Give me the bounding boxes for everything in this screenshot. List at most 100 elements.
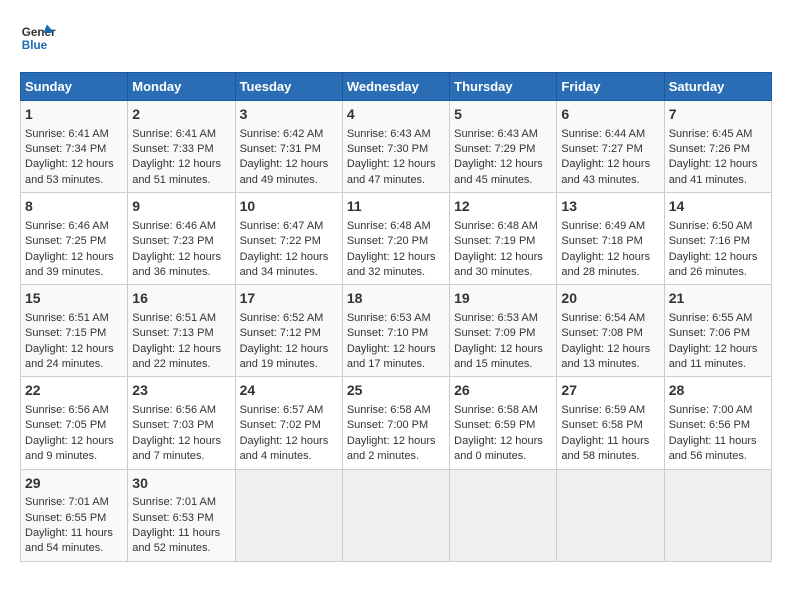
sunset: Sunset: 6:58 PM	[561, 419, 642, 431]
day-number: 19	[454, 289, 552, 309]
calendar-cell: 1 Sunrise: 6:41 AM Sunset: 7:34 PM Daylight…	[21, 101, 128, 193]
daylight: Daylight: 12 hours and 28 minutes.	[561, 251, 650, 278]
col-header-monday: Monday	[128, 73, 235, 101]
day-number: 8	[25, 197, 123, 217]
day-number: 13	[561, 197, 659, 217]
daylight: Daylight: 12 hours and 53 minutes.	[25, 158, 114, 185]
calendar-week-3: 15Sunrise: 6:51 AMSunset: 7:15 PMDayligh…	[21, 285, 772, 377]
sunset: Sunset: 7:33 PM	[132, 143, 213, 155]
sunset: Sunset: 7:05 PM	[25, 419, 106, 431]
day-number: 9	[132, 197, 230, 217]
calendar-cell: 3Sunrise: 6:42 AMSunset: 7:31 PMDaylight…	[235, 101, 342, 193]
day-number: 1	[25, 105, 123, 125]
daylight: Daylight: 12 hours and 41 minutes.	[669, 158, 758, 185]
sunrise: Sunrise: 6:41 AM	[25, 128, 109, 140]
day-number: 10	[240, 197, 338, 217]
sunrise: Sunrise: 6:43 AM	[454, 128, 538, 140]
header: General Blue	[20, 20, 772, 56]
col-header-tuesday: Tuesday	[235, 73, 342, 101]
col-header-sunday: Sunday	[21, 73, 128, 101]
daylight: Daylight: 12 hours and 13 minutes.	[561, 343, 650, 370]
sunset: Sunset: 6:59 PM	[454, 419, 535, 431]
sunrise: Sunrise: 6:44 AM	[561, 128, 645, 140]
daylight: Daylight: 12 hours and 26 minutes.	[669, 251, 758, 278]
sunset: Sunset: 7:13 PM	[132, 327, 213, 339]
daylight: Daylight: 12 hours and 2 minutes.	[347, 435, 436, 462]
sunrise: Sunrise: 7:00 AM	[669, 404, 753, 416]
sunrise: Sunrise: 6:46 AM	[132, 220, 216, 232]
calendar-cell	[342, 469, 449, 561]
sunrise: Sunrise: 6:42 AM	[240, 128, 324, 140]
calendar-cell: 25 Sunrise: 6:58 AM Sunset: 7:00 PM Dayligh…	[342, 377, 449, 469]
calendar-cell: 10Sunrise: 6:47 AMSunset: 7:22 PMDayligh…	[235, 193, 342, 285]
daylight: Daylight: 12 hours and 7 minutes.	[132, 435, 221, 462]
sunset: Sunset: 6:56 PM	[669, 419, 750, 431]
sunrise: Sunrise: 6:52 AM	[240, 312, 324, 324]
sunset: Sunset: 6:55 PM	[25, 512, 106, 524]
sunset: Sunset: 7:15 PM	[25, 327, 106, 339]
sunset: Sunset: 7:03 PM	[132, 419, 213, 431]
sunset: Sunset: 7:31 PM	[240, 143, 321, 155]
calendar-cell: 24Sunrise: 6:57 AMSunset: 7:02 PMDayligh…	[235, 377, 342, 469]
day-number: 15	[25, 289, 123, 309]
sunrise: Sunrise: 6:43 AM	[347, 128, 431, 140]
daylight: Daylight: 11 hours and 56 minutes.	[669, 435, 757, 462]
sunrise: Sunrise: 6:59 AM	[561, 404, 645, 416]
day-number: 26	[454, 381, 552, 401]
calendar-week-5: 29Sunrise: 7:01 AMSunset: 6:55 PMDayligh…	[21, 469, 772, 561]
sunset: Sunset: 7:27 PM	[561, 143, 642, 155]
daylight: Daylight: 12 hours and 4 minutes.	[240, 435, 329, 462]
calendar-cell: 13Sunrise: 6:49 AMSunset: 7:18 PMDayligh…	[557, 193, 664, 285]
sunset: Sunset: 7:26 PM	[669, 143, 750, 155]
sunset: Sunset: 7:18 PM	[561, 235, 642, 247]
daylight: Daylight: 12 hours and 19 minutes.	[240, 343, 329, 370]
daylight: Daylight: 12 hours and 39 minutes.	[25, 251, 114, 278]
sunset: Sunset: 7:22 PM	[240, 235, 321, 247]
sunrise: Sunrise: 6:58 AM	[347, 404, 431, 416]
calendar-cell: 17Sunrise: 6:52 AMSunset: 7:12 PMDayligh…	[235, 285, 342, 377]
calendar-cell: 28Sunrise: 7:00 AMSunset: 6:56 PMDayligh…	[664, 377, 771, 469]
calendar-cell: 16Sunrise: 6:51 AMSunset: 7:13 PMDayligh…	[128, 285, 235, 377]
sunset: Sunset: 7:00 PM	[347, 419, 428, 431]
calendar-cell: 21Sunrise: 6:55 AMSunset: 7:06 PMDayligh…	[664, 285, 771, 377]
sunrise: Sunrise: 6:54 AM	[561, 312, 645, 324]
sunset: Sunset: 7:12 PM	[240, 327, 321, 339]
col-header-wednesday: Wednesday	[342, 73, 449, 101]
sunset: Sunset: 7:10 PM	[347, 327, 428, 339]
day-number: 21	[669, 289, 767, 309]
calendar-cell	[235, 469, 342, 561]
sunrise: Sunrise: 6:50 AM	[669, 220, 753, 232]
calendar-cell	[664, 469, 771, 561]
sunset: Sunset: 7:34 PM	[25, 143, 106, 155]
day-number: 16	[132, 289, 230, 309]
daylight: Daylight: 12 hours and 45 minutes.	[454, 158, 543, 185]
sunset: Sunset: 7:06 PM	[669, 327, 750, 339]
day-number: 3	[240, 105, 338, 125]
sunset: Sunset: 7:19 PM	[454, 235, 535, 247]
calendar-cell: 7Sunrise: 6:45 AMSunset: 7:26 PMDaylight…	[664, 101, 771, 193]
day-number: 2	[132, 105, 230, 125]
col-header-friday: Friday	[557, 73, 664, 101]
day-number: 29	[25, 474, 123, 494]
sunrise: Sunrise: 6:48 AM	[347, 220, 431, 232]
calendar-cell: 8Sunrise: 6:46 AMSunset: 7:25 PMDaylight…	[21, 193, 128, 285]
sunrise: Sunrise: 6:47 AM	[240, 220, 324, 232]
logo-icon: General Blue	[20, 20, 56, 56]
sunrise: Sunrise: 7:01 AM	[132, 496, 216, 508]
day-number: 22	[25, 381, 123, 401]
calendar-cell: 5Sunrise: 6:43 AMSunset: 7:29 PMDaylight…	[450, 101, 557, 193]
svg-text:General: General	[22, 26, 56, 39]
sunrise: Sunrise: 6:57 AM	[240, 404, 324, 416]
daylight: Daylight: 12 hours and 11 minutes.	[669, 343, 758, 370]
day-number: 25	[347, 381, 445, 401]
calendar-cell: 27Sunrise: 6:59 AMSunset: 6:58 PMDayligh…	[557, 377, 664, 469]
sunset: Sunset: 6:53 PM	[132, 512, 213, 524]
calendar-cell	[557, 469, 664, 561]
calendar-cell: 23Sunrise: 6:56 AMSunset: 7:03 PMDayligh…	[128, 377, 235, 469]
calendar-cell: 20Sunrise: 6:54 AMSunset: 7:08 PMDayligh…	[557, 285, 664, 377]
daylight: Daylight: 11 hours and 58 minutes.	[561, 435, 649, 462]
day-number: 18	[347, 289, 445, 309]
calendar-table: SundayMondayTuesdayWednesdayThursdayFrid…	[20, 72, 772, 562]
sunrise: Sunrise: 6:53 AM	[454, 312, 538, 324]
daylight: Daylight: 12 hours and 30 minutes.	[454, 251, 543, 278]
